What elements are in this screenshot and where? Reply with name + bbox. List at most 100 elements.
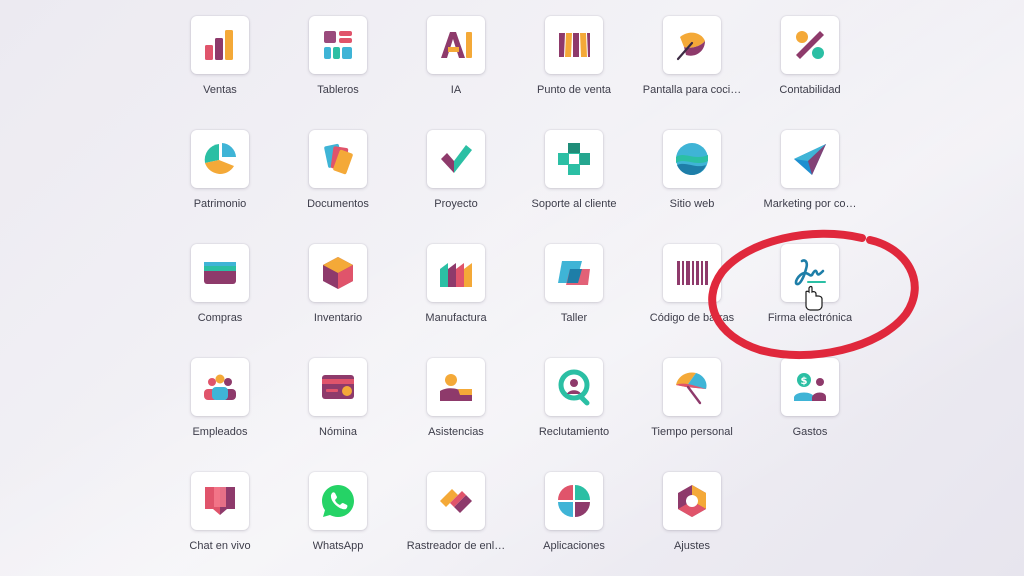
app-nomina[interactable]: Nómina	[283, 358, 393, 454]
payroll-card-icon	[322, 375, 354, 399]
apps-quadrant-icon	[558, 485, 590, 517]
app-tile[interactable]	[545, 472, 603, 530]
app-label: Proyecto	[434, 198, 478, 210]
app-tile[interactable]: $	[781, 358, 839, 416]
app-label: Chat en vivo	[189, 540, 251, 552]
barcode-icon	[677, 261, 708, 285]
app-empleados[interactable]: Empleados	[165, 358, 275, 454]
app-asistencias[interactable]: Asistencias	[401, 358, 511, 454]
highlight-circle	[708, 229, 919, 360]
app-label: Punto de venta	[536, 84, 611, 96]
paper-plane-icon	[794, 144, 826, 175]
app-manufactura[interactable]: Manufactura	[401, 244, 511, 340]
app-tile[interactable]	[545, 358, 603, 416]
dashboard-icon	[324, 31, 352, 59]
app-tile[interactable]	[663, 358, 721, 416]
app-tile[interactable]	[663, 472, 721, 530]
app-label: WhatsApp	[312, 540, 364, 552]
app-codigo-barras[interactable]: Código de barras	[637, 244, 747, 340]
app-tile[interactable]	[663, 244, 721, 302]
app-reclutamiento[interactable]: Reclutamiento	[519, 358, 629, 454]
app-tile[interactable]	[191, 130, 249, 188]
kitchen-feather-icon	[676, 32, 705, 61]
percent-icon	[796, 31, 824, 59]
app-patrimonio[interactable]: Patrimonio	[165, 130, 275, 226]
app-whatsapp[interactable]: WhatsApp	[283, 472, 393, 568]
app-tile[interactable]	[781, 244, 839, 302]
ai-icon	[441, 32, 472, 58]
app-label: Marketing por co…	[763, 198, 857, 210]
app-tiempo-personal[interactable]: Tiempo personal	[637, 358, 747, 454]
app-label: Pantalla para coci…	[642, 84, 742, 96]
app-tile[interactable]	[309, 16, 367, 74]
shop-awning-icon	[559, 33, 590, 57]
sales-chart-icon	[205, 30, 233, 60]
documents-icon	[324, 143, 353, 175]
lifebuoy-cross-icon	[558, 143, 590, 175]
app-tile[interactable]	[191, 244, 249, 302]
settings-hexagon-icon	[678, 485, 706, 517]
app-ajustes[interactable]: Ajustes	[637, 472, 747, 568]
app-tile[interactable]	[309, 130, 367, 188]
app-soporte[interactable]: Soporte al cliente	[519, 130, 629, 226]
app-tile[interactable]	[545, 244, 603, 302]
whatsapp-icon	[322, 485, 354, 517]
app-punto-de-venta[interactable]: Punto de venta	[519, 16, 629, 112]
app-ia[interactable]: IA	[401, 16, 511, 112]
checkmark-icon	[441, 145, 472, 173]
app-rastreador[interactable]: Rastreador de enl…	[401, 472, 511, 568]
umbrella-icon	[676, 372, 707, 405]
app-label: Firma electrónica	[767, 312, 853, 324]
app-tile[interactable]	[309, 472, 367, 530]
app-label: Taller	[560, 312, 588, 324]
app-tile[interactable]	[191, 358, 249, 416]
app-label: Manufactura	[425, 312, 487, 324]
app-pantalla-cocina[interactable]: Pantalla para coci…	[637, 16, 747, 112]
app-proyecto[interactable]: Proyecto	[401, 130, 511, 226]
employees-icon	[204, 374, 236, 400]
app-label: IA	[450, 84, 462, 96]
factory-icon	[440, 263, 472, 287]
app-tile[interactable]	[309, 244, 367, 302]
app-label: Ventas	[203, 84, 237, 96]
app-inventario[interactable]: Inventario	[283, 244, 393, 340]
signature-icon	[794, 259, 826, 286]
app-tile[interactable]	[545, 16, 603, 74]
app-label: Código de barras	[649, 312, 735, 324]
app-gastos[interactable]: $ Gastos	[755, 358, 865, 454]
app-label: Tableros	[317, 84, 359, 96]
app-tile[interactable]	[781, 130, 839, 188]
app-tableros[interactable]: Tableros	[283, 16, 393, 112]
app-tile[interactable]	[309, 358, 367, 416]
app-ventas[interactable]: Ventas	[165, 16, 275, 112]
app-tile[interactable]	[427, 358, 485, 416]
app-label: Asistencias	[428, 426, 484, 438]
app-chat[interactable]: Chat en vivo	[165, 472, 275, 568]
recruitment-icon	[558, 369, 590, 406]
app-aplicaciones[interactable]: Aplicaciones	[519, 472, 629, 568]
attendance-icon	[440, 374, 472, 401]
app-label: Sitio web	[669, 198, 715, 210]
app-tile[interactable]	[427, 130, 485, 188]
chat-bubbles-icon	[205, 487, 235, 515]
app-label: Contabilidad	[779, 84, 841, 96]
app-sitio-web[interactable]: Sitio web	[637, 130, 747, 226]
app-marketing[interactable]: Marketing por co…	[755, 130, 865, 226]
hand-pointer-icon	[805, 285, 823, 311]
app-tile[interactable]	[427, 16, 485, 74]
app-firma[interactable]: Firma electrónica	[755, 244, 865, 340]
app-label: Documentos	[307, 198, 369, 210]
cube-icon	[323, 257, 353, 289]
app-contabilidad[interactable]: Contabilidad	[755, 16, 865, 112]
app-tile[interactable]	[427, 472, 485, 530]
app-tile[interactable]	[545, 130, 603, 188]
app-tile[interactable]	[191, 16, 249, 74]
app-tile[interactable]	[191, 472, 249, 530]
app-tile[interactable]	[781, 16, 839, 74]
app-tile[interactable]	[427, 244, 485, 302]
app-taller[interactable]: Taller	[519, 244, 629, 340]
app-compras[interactable]: Compras	[165, 244, 275, 340]
app-tile[interactable]	[663, 130, 721, 188]
app-tile[interactable]	[663, 16, 721, 74]
app-documentos[interactable]: Documentos	[283, 130, 393, 226]
